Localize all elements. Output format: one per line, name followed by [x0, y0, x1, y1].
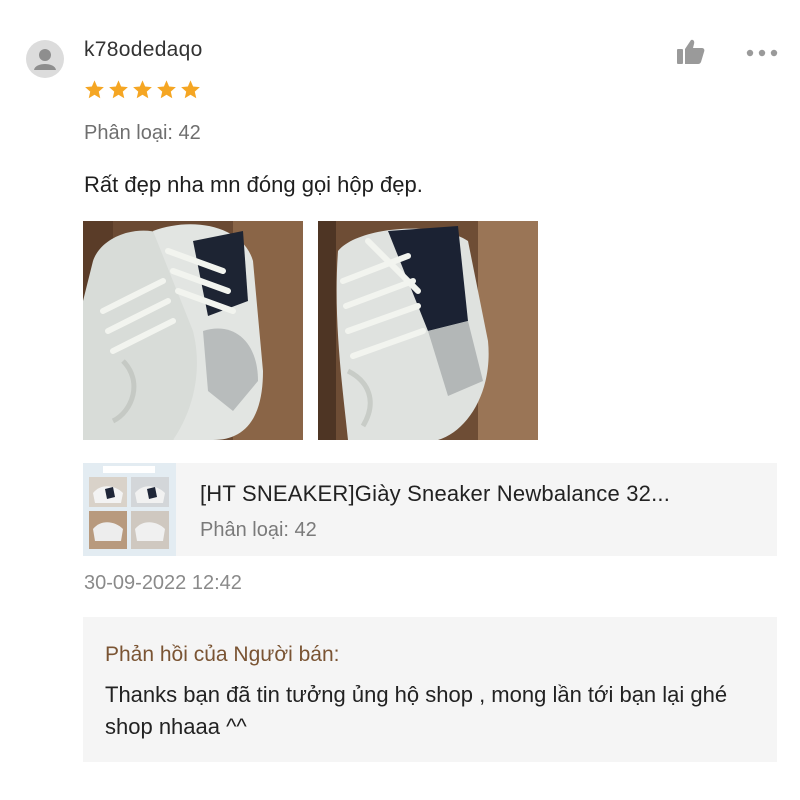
product-variant: Phân loại: 42 [200, 519, 317, 541]
review-photo-2[interactable] [318, 221, 538, 440]
product-card[interactable]: [HT SNEAKER]Giày Sneaker Newbalance 32..… [83, 463, 777, 556]
star-icon [157, 80, 176, 99]
product-title: [HT SNEAKER]Giày Sneaker Newbalance 32..… [200, 481, 671, 506]
review-variant: Phân loại: 42 [84, 122, 201, 144]
seller-reply: Phản hồi của Người bán: Thanks bạn đã ti… [83, 617, 777, 762]
star-icon [85, 80, 104, 99]
review-photo-1[interactable] [83, 221, 303, 440]
review-text: Rất đẹp nha mn đóng gọi hộp đẹp. [84, 172, 423, 197]
seller-reply-text: Thanks bạn đã tin tưởng ủng hộ shop , mo… [105, 682, 728, 739]
product-thumbnail [83, 463, 176, 556]
user-avatar-icon[interactable] [26, 40, 64, 78]
star-icon [181, 80, 200, 99]
thumbs-up-icon[interactable] [676, 38, 706, 66]
star-icon [109, 80, 128, 99]
more-dots-icon[interactable] [746, 46, 778, 58]
seller-reply-label: Phản hồi của Người bán: [105, 643, 340, 666]
review-timestamp: 30-09-2022 12:42 [84, 572, 242, 594]
star-rating [84, 79, 201, 100]
username[interactable]: k78odedaqo [84, 38, 203, 62]
star-icon [133, 80, 152, 99]
